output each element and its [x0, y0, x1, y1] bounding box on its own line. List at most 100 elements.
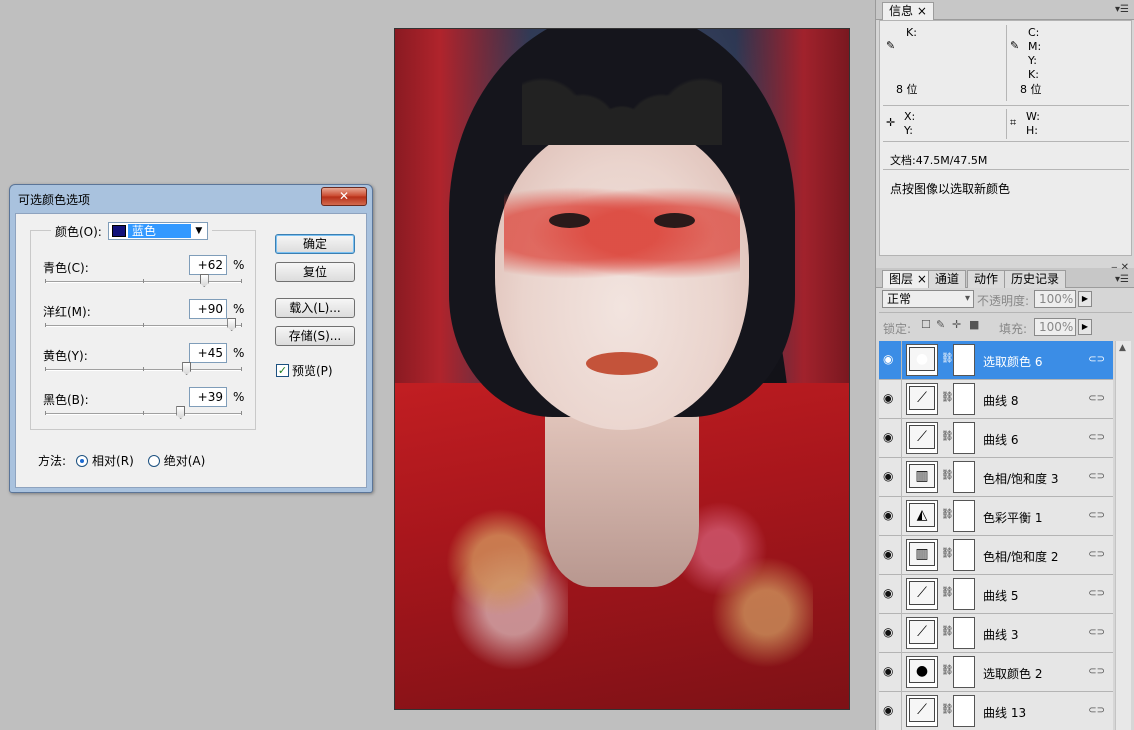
absolute-radio[interactable] [147, 454, 160, 467]
adjustment-thumbnail[interactable]: ● [906, 344, 938, 376]
layer-row[interactable]: ◉ ◭ ⛓ 色彩平衡 1 ⊂⊃ [879, 497, 1113, 536]
link-icon[interactable]: ⛓ [941, 353, 954, 364]
adjustment-thumbnail[interactable]: ⟋ [906, 695, 938, 727]
checkbox-box[interactable]: ✓ [276, 364, 289, 377]
layer-name: 色彩平衡 1 [983, 511, 1043, 525]
eye-icon[interactable]: ◉ [883, 587, 895, 599]
eye-icon[interactable]: ◉ [883, 548, 895, 560]
save-button[interactable]: 存储(S)... [275, 326, 355, 346]
adjustment-icon: ● [909, 347, 935, 371]
layers-scrollbar[interactable]: ▲ [1115, 341, 1131, 730]
opacity-stepper[interactable]: ▶ [1078, 291, 1092, 307]
magenta-slider-thumb[interactable] [227, 318, 237, 331]
layer-mask-thumbnail[interactable] [953, 344, 975, 376]
opacity-input[interactable]: 100% [1034, 290, 1076, 308]
black-value-input[interactable]: +39 [189, 387, 227, 407]
panel-menu-icon[interactable]: ▾☰ [1115, 4, 1129, 15]
link-icon[interactable]: ⛓ [941, 665, 954, 676]
info-divider [883, 141, 1129, 142]
blend-mode-select[interactable]: 正常 [882, 290, 974, 308]
fill-input[interactable]: 100% [1034, 318, 1076, 336]
ok-button[interactable]: 确定 [275, 234, 355, 254]
panel-minimize-icon[interactable]: ‒ ✕ [1111, 262, 1129, 273]
scroll-up-icon[interactable]: ▲ [1119, 343, 1126, 353]
link-icon[interactable]: ⛓ [941, 470, 954, 481]
eye-icon[interactable]: ◉ [883, 392, 895, 404]
layers-tabbar: 图层 × 通道 动作 历史记录 ‒ ✕ ▾☰ [876, 262, 1134, 288]
cyan-slider-thumb[interactable] [199, 274, 209, 287]
preview-label: 预览(P) [292, 364, 333, 378]
adjustment-thumbnail[interactable]: ⟋ [906, 578, 938, 610]
eye-icon[interactable]: ◉ [883, 470, 895, 482]
dialog-titlebar[interactable]: 可选颜色选项 ✕ [10, 185, 372, 211]
adjustment-thumbnail[interactable]: ⟋ [906, 422, 938, 454]
layer-row[interactable]: ◉ ⟋ ⛓ 曲线 3 ⊂⊃ [879, 614, 1113, 653]
close-button[interactable]: ✕ [321, 187, 367, 206]
lock-brush-icon[interactable]: ✎ [936, 318, 945, 331]
layer-row[interactable]: ◉ ⟋ ⛓ 曲线 8 ⊂⊃ [879, 380, 1113, 419]
layer-mask-thumbnail[interactable] [953, 578, 975, 610]
adjustment-thumbnail[interactable]: ◭ [906, 500, 938, 532]
lock-all-icon[interactable]: ■ [969, 318, 979, 331]
layer-mask-thumbnail[interactable] [953, 539, 975, 571]
layer-row[interactable]: ◉ ● ⛓ 选取颜色 6 ⊂⊃ [879, 341, 1113, 380]
adjustment-thumbnail[interactable]: ▥ [906, 539, 938, 571]
tab-actions[interactable]: 动作 [967, 270, 1006, 288]
layer-separator [901, 497, 902, 536]
layer-row[interactable]: ◉ ⟋ ⛓ 曲线 13 ⊂⊃ [879, 692, 1113, 730]
tab-info[interactable]: 信息 × [882, 2, 934, 20]
magenta-value-input[interactable]: +90 [189, 299, 227, 319]
black-percent: % [233, 390, 245, 404]
link-icon[interactable]: ⛓ [941, 587, 954, 598]
tab-channels[interactable]: 通道 [928, 270, 967, 288]
tab-history[interactable]: 历史记录 [1004, 270, 1067, 288]
adjustment-thumbnail[interactable]: ▥ [906, 461, 938, 493]
eye-icon[interactable]: ◉ [883, 431, 895, 443]
reset-button[interactable]: 复位 [275, 262, 355, 282]
fill-stepper[interactable]: ▶ [1078, 319, 1092, 335]
adjustment-thumbnail[interactable]: ● [906, 656, 938, 688]
link-icon[interactable]: ⛓ [941, 704, 954, 715]
load-button[interactable]: 载入(L)... [275, 298, 355, 318]
layer-mask-thumbnail[interactable] [953, 422, 975, 454]
chevron-down-icon[interactable]: ▼ [191, 226, 207, 236]
layer-row[interactable]: ◉ ● ⛓ 选取颜色 2 ⊂⊃ [879, 653, 1113, 692]
yellow-slider-thumb[interactable] [182, 362, 192, 375]
layer-row[interactable]: ◉ ⟋ ⛓ 曲线 6 ⊂⊃ [879, 419, 1113, 458]
link-icon[interactable]: ⛓ [941, 626, 954, 637]
layer-mask-thumbnail[interactable] [953, 695, 975, 727]
adjustment-thumbnail[interactable]: ⟋ [906, 617, 938, 649]
color-select[interactable]: 蓝色 ▼ [107, 222, 208, 240]
link-icon[interactable]: ⛓ [941, 509, 954, 520]
link-icon[interactable]: ⛓ [941, 431, 954, 442]
layer-row[interactable]: ◉ ⟋ ⛓ 曲线 5 ⊂⊃ [879, 575, 1113, 614]
adjustment-thumbnail[interactable]: ⟋ [906, 383, 938, 415]
layer-mask-thumbnail[interactable] [953, 500, 975, 532]
cyan-value-input[interactable]: +62 [189, 255, 227, 275]
preview-checkbox[interactable]: ✓ 预览(P) [276, 362, 333, 379]
close-icon[interactable]: × [917, 4, 927, 18]
eye-icon[interactable]: ◉ [883, 665, 895, 677]
layer-mask-thumbnail[interactable] [953, 656, 975, 688]
eye-icon[interactable]: ◉ [883, 626, 895, 638]
link-chain-icon: ⊂⊃ [1088, 510, 1105, 521]
link-icon[interactable]: ⛓ [941, 548, 954, 559]
lock-transparent-icon[interactable]: ☐ [921, 318, 931, 331]
layer-row[interactable]: ◉ ▥ ⛓ 色相/饱和度 2 ⊂⊃ [879, 536, 1113, 575]
relative-radio[interactable] [76, 454, 89, 467]
eye-icon[interactable]: ◉ [883, 704, 895, 716]
layer-mask-thumbnail[interactable] [953, 617, 975, 649]
layer-row[interactable]: ◉ ▥ ⛓ 色相/饱和度 3 ⊂⊃ [879, 458, 1113, 497]
layer-mask-thumbnail[interactable] [953, 383, 975, 415]
close-icon[interactable]: × [917, 272, 927, 286]
layer-mask-thumbnail[interactable] [953, 461, 975, 493]
eye-icon[interactable]: ◉ [883, 509, 895, 521]
panel-menu-icon[interactable]: ▾☰ [1115, 274, 1129, 285]
document-canvas[interactable] [394, 28, 850, 710]
black-slider-thumb[interactable] [176, 406, 186, 419]
eye-icon[interactable]: ◉ [883, 353, 895, 365]
yellow-value-input[interactable]: +45 [189, 343, 227, 363]
link-icon[interactable]: ⛓ [941, 392, 954, 403]
lock-move-icon[interactable]: ✛ [952, 318, 961, 331]
tab-layers[interactable]: 图层 × [882, 270, 934, 288]
